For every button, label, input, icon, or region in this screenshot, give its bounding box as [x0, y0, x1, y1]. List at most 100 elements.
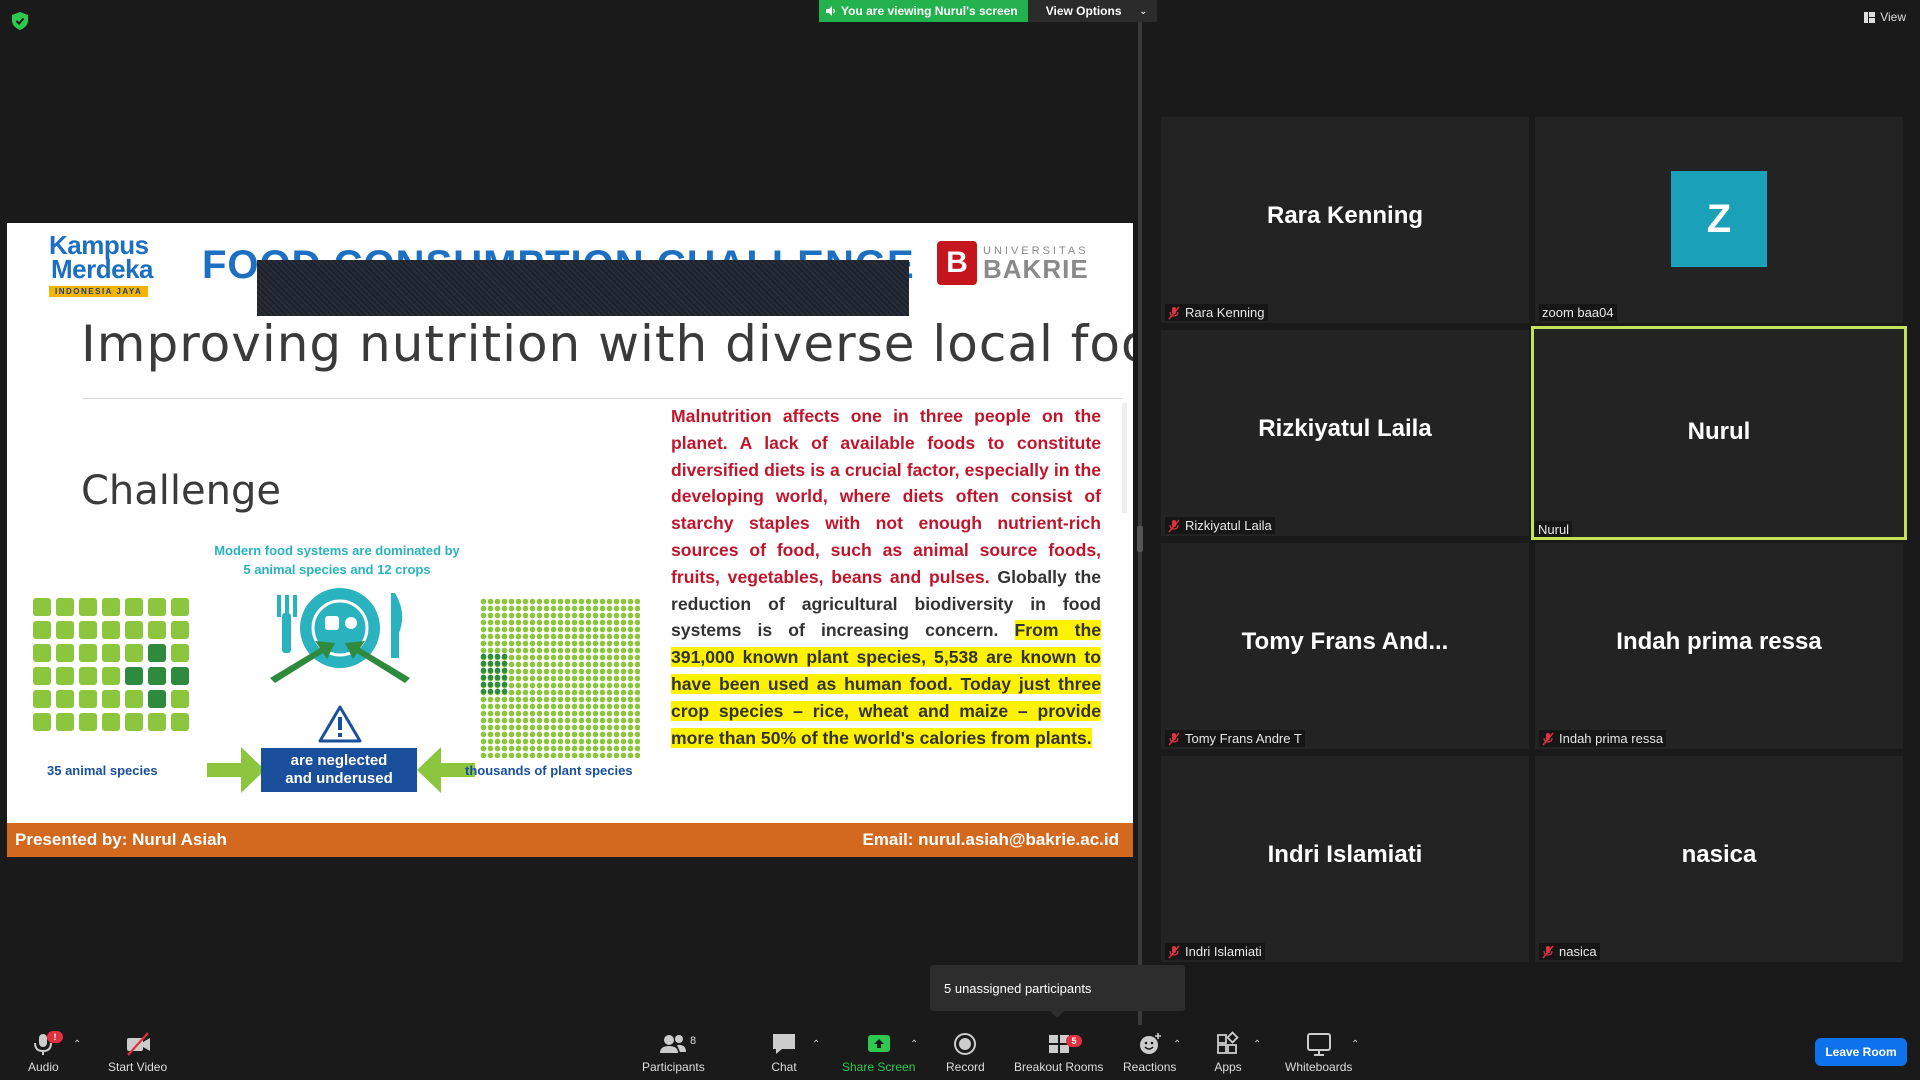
participant-label-text: Rara Kenning — [1185, 305, 1265, 320]
slide-title: Improving nutrition with diverse local f… — [81, 315, 1133, 373]
chat-button[interactable]: Chat — [770, 1031, 798, 1074]
participant-label: Tomy Frans Andre T — [1165, 730, 1305, 747]
leave-room-button[interactable]: Leave Room — [1815, 1038, 1907, 1066]
warning-icon — [318, 705, 362, 743]
title-divider — [83, 398, 1123, 399]
chevron-down-icon: ⌄ — [1139, 5, 1148, 16]
record-button[interactable]: Record — [946, 1031, 985, 1074]
slide-scrollbar — [1122, 403, 1127, 513]
whiteboards-button[interactable]: Whiteboards — [1285, 1031, 1352, 1074]
share-screen-button[interactable]: Share Screen — [842, 1031, 915, 1074]
kampus-merdeka-logo: Kampus Merdeka INDONESIA JAYA — [49, 232, 169, 297]
chat-options-caret[interactable]: ⌃ — [812, 1039, 820, 1050]
splitter-handle[interactable] — [1137, 526, 1143, 552]
body-red-text: Malnutrition affects one in three people… — [671, 406, 1101, 587]
start-video-label: Start Video — [108, 1060, 168, 1074]
neglected-line2: and underused — [285, 770, 393, 787]
apps-button[interactable]: Apps — [1214, 1031, 1242, 1074]
participant-tile[interactable]: Z zoom baa04 — [1535, 117, 1903, 323]
shield-icon[interactable] — [12, 12, 28, 30]
animal-species-grid — [33, 598, 189, 731]
participant-tile[interactable]: Tomy Frans And... Tomy Frans Andre T — [1161, 543, 1529, 749]
breakout-tooltip: 5 unassigned participants — [930, 965, 1185, 1018]
logo-tagline: INDONESIA JAYA — [49, 286, 149, 297]
participant-tile-active-speaker[interactable]: Nurul Nurul — [1531, 326, 1907, 540]
whiteboards-options-caret[interactable]: ⌃ — [1351, 1039, 1359, 1050]
mic-muted-icon — [1168, 306, 1180, 319]
participant-label-text: nasica — [1559, 944, 1597, 959]
participants-icon — [660, 1035, 687, 1053]
arrow-right-icon — [207, 747, 265, 793]
footer-presenter: Presented by: Nurul Asiah — [15, 830, 227, 849]
meeting-toolbar: Audio ! ⌃ Start Video Participants 8 Cha… — [0, 1025, 1920, 1080]
view-label: View — [1880, 10, 1906, 24]
gallery-view-icon — [1864, 11, 1876, 23]
plant-species-highlight — [480, 653, 508, 695]
mic-muted-icon — [1168, 732, 1180, 745]
slide-footer: Presented by: Nurul Asiah Email: nurul.a… — [7, 823, 1133, 857]
participant-label: Rara Kenning — [1165, 304, 1268, 321]
audio-alert-badge: ! — [47, 1031, 63, 1043]
slide-body-text: Malnutrition affects one in three people… — [671, 403, 1102, 751]
record-icon — [954, 1033, 977, 1055]
reactions-button[interactable]: Reactions — [1123, 1031, 1176, 1074]
breakout-rooms-button[interactable]: Breakout Rooms — [1014, 1031, 1103, 1074]
viewing-indicator: You are viewing Nurul's screen — [819, 0, 1028, 22]
avatar: Z — [1671, 171, 1767, 267]
start-video-button[interactable]: Start Video — [108, 1031, 167, 1074]
reactions-options-caret[interactable]: ⌃ — [1173, 1039, 1181, 1050]
zoom-meeting-window: You are viewing Nurul's screen View Opti… — [0, 0, 1920, 1080]
participant-display-name: Rara Kenning — [1266, 202, 1424, 229]
participant-label: Indri Islamiati — [1165, 943, 1265, 960]
neglected-line1: are neglected — [290, 752, 388, 769]
participant-label-text: Tomy Frans Andre T — [1185, 731, 1302, 746]
share-banner: You are viewing Nurul's screen View Opti… — [819, 0, 1158, 22]
neglected-box: are neglected and underused — [261, 748, 417, 792]
participant-label: Indah prima ressa — [1539, 730, 1667, 747]
leave-room-label: Leave Room — [1825, 1045, 1897, 1059]
reactions-icon — [1139, 1033, 1161, 1054]
plate-cutlery-icon — [270, 588, 410, 683]
share-options-caret[interactable]: ⌃ — [910, 1039, 918, 1050]
view-button[interactable]: View — [1864, 10, 1906, 24]
participant-tile[interactable]: nasica nasica — [1535, 756, 1903, 962]
participant-display-name: Indah prima ressa — [1616, 628, 1822, 655]
infographic-caption: Modern food systems are dominated by 5 a… — [197, 541, 477, 579]
participant-display-name: Tomy Frans And... — [1241, 628, 1449, 655]
audio-label: Audio — [28, 1060, 59, 1074]
whiteboard-icon — [1306, 1033, 1331, 1056]
universitas-bakrie-logo: B UNIVERSITAS BAKRIE — [937, 241, 1089, 285]
participant-label-text: Rizkiyatul Laila — [1185, 518, 1272, 533]
caption-line2: 5 animal species and 12 crops — [243, 562, 431, 577]
reactions-label: Reactions — [1123, 1060, 1177, 1074]
redaction-block — [257, 260, 909, 316]
share-screen-label: Share Screen — [842, 1060, 916, 1074]
participant-display-name: Nurul — [1687, 418, 1751, 445]
logo-line2: Merdeka — [51, 254, 154, 284]
apps-label: Apps — [1214, 1060, 1242, 1074]
participant-label: nasica — [1539, 943, 1600, 960]
apps-icon — [1217, 1031, 1239, 1054]
chat-label: Chat — [771, 1060, 797, 1074]
participant-tile[interactable]: Rizkiyatul Laila Rizkiyatul Laila — [1161, 330, 1529, 536]
participant-label-text: Indah prima ressa — [1559, 731, 1664, 746]
bakrie-line2: BAKRIE — [983, 254, 1089, 284]
footer-email: Email: nurul.asiah@bakrie.ac.id — [862, 830, 1119, 849]
mic-muted-icon — [1542, 945, 1554, 958]
mic-muted-icon — [1168, 945, 1180, 958]
participants-label: Participants — [642, 1060, 705, 1074]
participant-display-name: Indri Islamiati — [1267, 841, 1423, 868]
participant-tile[interactable]: Indah prima ressa Indah prima ressa — [1535, 543, 1903, 749]
panel-splitter[interactable] — [1138, 22, 1142, 1025]
participant-tile[interactable]: Rara Kenning Rara Kenning — [1161, 117, 1529, 323]
apps-options-caret[interactable]: ⌃ — [1253, 1039, 1261, 1050]
view-options-button[interactable]: View Options ⌄ — [1027, 0, 1158, 22]
participant-label: Nurul — [1535, 521, 1573, 537]
animal-species-label: 35 animal species — [47, 763, 158, 778]
bakrie-mark: B — [937, 241, 977, 285]
participant-display-name: nasica — [1681, 841, 1757, 868]
section-heading: Challenge — [81, 468, 281, 514]
participant-tile[interactable]: Indri Islamiati Indri Islamiati — [1161, 756, 1529, 962]
participants-count: 8 — [690, 1035, 697, 1047]
audio-options-caret[interactable]: ⌃ — [73, 1039, 81, 1050]
